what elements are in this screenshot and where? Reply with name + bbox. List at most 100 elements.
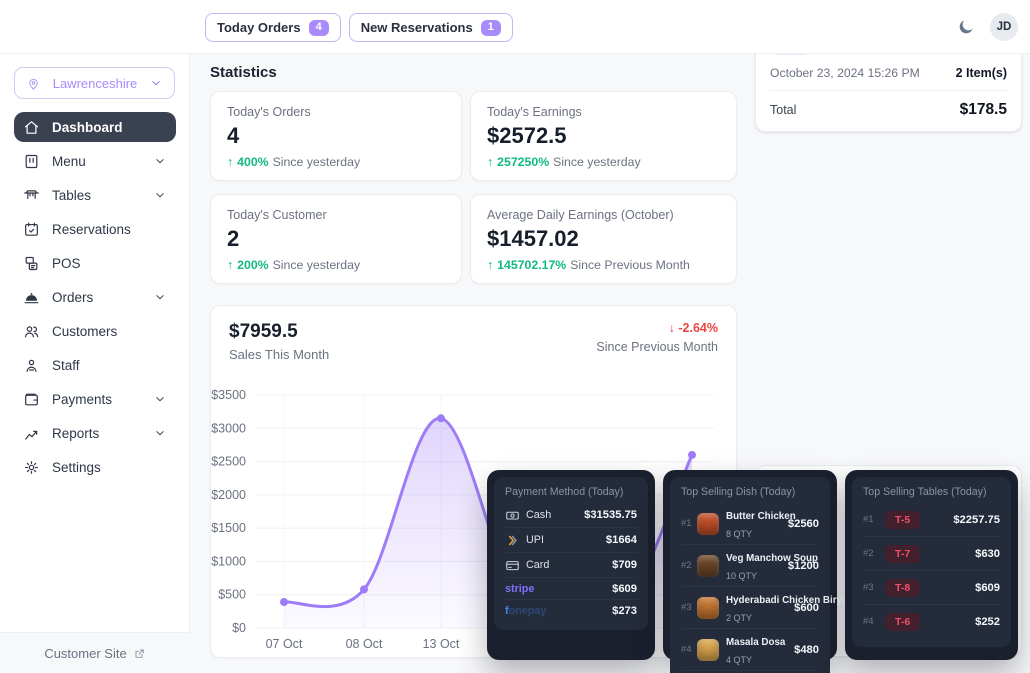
sidebar-item-reports[interactable]: Reports [14, 418, 176, 448]
stat-card-value: 2 [227, 226, 445, 252]
table-row: #3 T-8 $609 [863, 570, 1000, 604]
sidebar-item-pos[interactable]: POS [14, 248, 176, 278]
wallet-icon [23, 391, 40, 408]
stat-card-label: Today's Customer [227, 208, 445, 222]
up-arrow-icon: ↑ [487, 258, 493, 272]
sidebar-item-label: Staff [52, 358, 80, 373]
payment-method-label: fonepay [505, 605, 546, 617]
stat-card-value: 4 [227, 123, 445, 149]
sidebar-item-orders[interactable]: Orders [14, 282, 176, 312]
sidebar-item-reservations[interactable]: Reservations [14, 214, 176, 244]
dish-thumbnail [697, 597, 719, 619]
gear-icon [23, 459, 40, 476]
stat-delta-note: Since yesterday [553, 155, 641, 169]
table-chip: T-6 [885, 613, 920, 631]
svg-text:$1000: $1000 [211, 554, 246, 568]
customer-site-link[interactable]: Customer Site [0, 633, 190, 673]
dish-row: #3 Hyderabadi Chicken Biryani 2 QTY $600 [681, 586, 819, 628]
card-icon [505, 558, 520, 573]
payment-method-value: $609 [612, 583, 637, 595]
svg-text:08 Oct: 08 Oct [346, 637, 383, 651]
sidebar-item-settings[interactable]: Settings [14, 452, 176, 482]
today-orders-button[interactable]: Today Orders 4 [205, 13, 341, 42]
divider [770, 90, 1007, 91]
sales-chart-card: $7959.5 Sales This Month ↓ -2.64% Since … [210, 305, 737, 658]
customer-site-label: Customer Site [44, 646, 126, 661]
sidebar-item-dashboard[interactable]: Dashboard [14, 112, 176, 142]
stat-delta-note: Since Previous Month [570, 258, 690, 272]
table-rank: #3 [863, 582, 878, 593]
today-orders-button-label: Today Orders [217, 20, 301, 35]
stat-card: Today's Customer 2 ↑200%Since yesterday [210, 194, 462, 284]
table-revenue: $252 [975, 616, 1000, 628]
dish-name: Masala Dosa [726, 637, 785, 648]
stat-card: Today's Earnings $2572.5 ↑257250%Since y… [470, 91, 737, 181]
up-arrow-icon: ↑ [227, 258, 233, 272]
cloche-icon [23, 289, 40, 306]
table-rank: #4 [863, 616, 878, 627]
payment-method-row: Card $709 [505, 552, 637, 577]
reports-icon [23, 425, 40, 442]
svg-text:13 Oct: 13 Oct [423, 637, 460, 651]
table-chip: T-8 [885, 579, 920, 597]
payment-method-label: UPI [526, 534, 544, 546]
sidebar-item-payments[interactable]: Payments [14, 384, 176, 414]
sales-delta-note: Since Previous Month [596, 340, 718, 354]
location-select[interactable]: Lawrenceshire [14, 67, 175, 99]
table-revenue: $630 [975, 548, 1000, 560]
sidebar-item-staff[interactable]: Staff [14, 350, 176, 380]
dish-price: $600 [789, 602, 819, 614]
dish-quantity: 10 QTY [726, 571, 757, 581]
chevron-down-icon [153, 426, 167, 440]
topbar-right-controls: JD [957, 0, 1018, 54]
dish-price: $2560 [783, 518, 819, 530]
svg-text:$0: $0 [232, 621, 246, 635]
stat-card-label: Today's Orders [227, 105, 445, 119]
svg-text:$500: $500 [218, 588, 246, 602]
payment-method-panel-title: Payment Method (Today) [505, 486, 637, 498]
sidebar-item-label: Payments [52, 392, 112, 407]
stat-delta-percent: 400% [237, 155, 268, 169]
stat-card-value: $2572.5 [487, 123, 720, 149]
stat-card-delta: ↑400%Since yesterday [227, 155, 445, 169]
sidebar-item-tables[interactable]: Tables [14, 180, 176, 210]
statistics-heading: Statistics [210, 64, 277, 81]
table-revenue: $609 [975, 582, 1000, 594]
statistics-grid: Today's Orders 4 ↑400%Since yesterday To… [210, 91, 737, 284]
sidebar-item-label: Reservations [52, 222, 131, 237]
payment-method-value: $1664 [606, 534, 637, 546]
avatar[interactable]: JD [990, 13, 1018, 41]
down-arrow-icon: ↓ [669, 321, 675, 335]
payment-method-label: stripe [505, 583, 534, 595]
payment-method-row: UPI $1664 [505, 527, 637, 552]
external-link-icon [133, 647, 146, 660]
sidebar-item-menu[interactable]: Menu [14, 146, 176, 176]
dish-row: #4 Masala Dosa 4 QTY $480 [681, 628, 819, 670]
dish-row: #1 Butter Chicken 8 QTY $2560 [681, 503, 819, 544]
sidebar-item-label: Customers [52, 324, 117, 339]
stat-delta-percent: 200% [237, 258, 268, 272]
restaurant-dashboard: Today Orders 4 New Reservations 1 JD Law… [0, 0, 1030, 673]
svg-text:$3500: $3500 [211, 388, 246, 402]
dish-quantity: 2 QTY [726, 613, 752, 623]
new-reservations-button-label: New Reservations [361, 20, 473, 35]
dish-row: #2 Veg Manchow Soup 10 QTY $1200 [681, 544, 819, 586]
dish-thumbnail [697, 555, 719, 577]
sidebar-item-label: Orders [52, 290, 93, 305]
svg-text:07 Oct: 07 Oct [266, 637, 303, 651]
order-total-value: $178.5 [960, 101, 1007, 119]
stat-card-value: $1457.02 [487, 226, 720, 252]
payment-method-row: Cash $31535.75 [505, 503, 637, 527]
top-selling-dish-rows: #1 Butter Chicken 8 QTY $2560 #2 Veg M [681, 503, 819, 673]
new-reservations-button[interactable]: New Reservations 1 [349, 13, 513, 42]
payment-method-label: Cash [526, 509, 551, 521]
moon-icon[interactable] [957, 18, 975, 36]
svg-text:$1500: $1500 [211, 521, 246, 535]
sidebar-item-customers[interactable]: Customers [14, 316, 176, 346]
top-selling-dish-panel: Top Selling Dish (Today) #1 Butter Chick… [663, 470, 837, 660]
dish-thumbnail [697, 639, 719, 661]
table-row: #1 T-5 $2257.75 [863, 503, 1000, 536]
sales-subtitle: Sales This Month [229, 347, 329, 362]
payment-method-rows: Cash $31535.75 UPI $1664 Card $709 [505, 503, 637, 621]
sidebar-item-label: Reports [52, 426, 99, 441]
